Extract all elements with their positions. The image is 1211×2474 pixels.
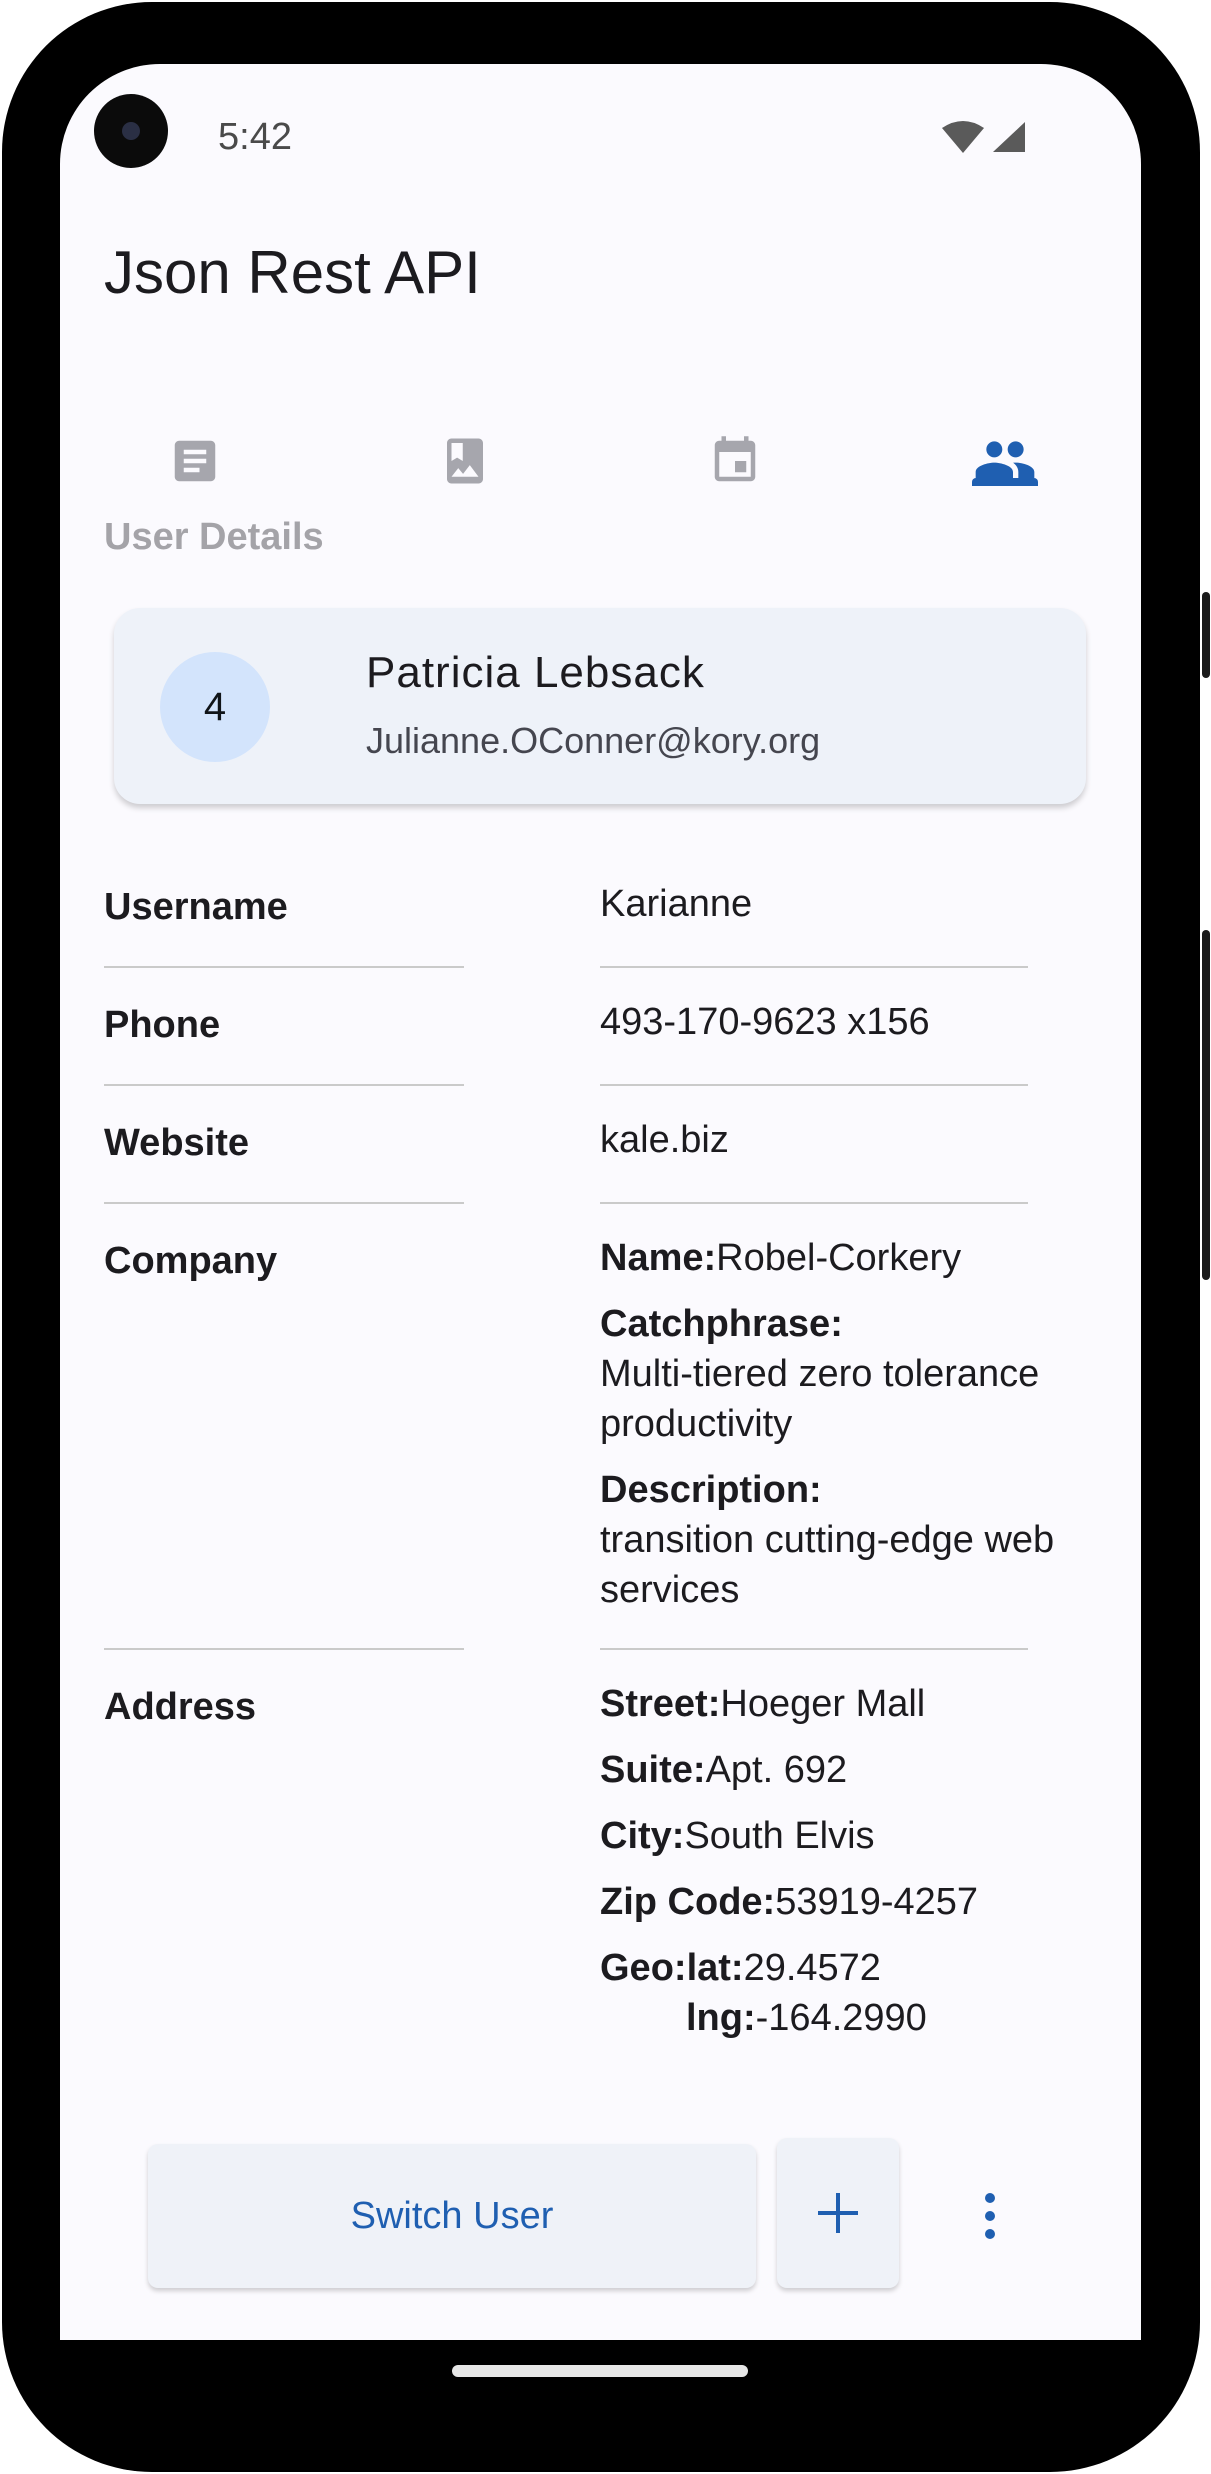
- tab-users[interactable]: [870, 384, 1140, 554]
- more-options-button[interactable]: [940, 2166, 1040, 2266]
- switch-user-button[interactable]: Switch User: [148, 2144, 756, 2288]
- photo-album-icon: [447, 438, 483, 484]
- phone-device: 5:42 Json Rest API User Details 4 Patric…: [0, 0, 1211, 2474]
- phone-value: 493-170-9623 x156: [600, 1001, 930, 1043]
- home-indicator[interactable]: [452, 2365, 748, 2377]
- phone-label: Phone: [104, 1004, 221, 1046]
- divider: [600, 1202, 1028, 1204]
- address-suite: Suite:Apt. 692: [600, 1749, 848, 1791]
- company-description: Description: transition cutting-edge web …: [600, 1469, 1055, 1611]
- more-vert-icon: [985, 2193, 995, 2239]
- company-catchphrase: Catchphrase: Multi-tiered zero tolerance …: [600, 1303, 1040, 1445]
- address-city: City:South Elvis: [600, 1815, 875, 1857]
- divider: [104, 1648, 464, 1650]
- status-icons: [941, 116, 1031, 156]
- volume-button: [1202, 930, 1210, 1280]
- avatar: 4: [160, 652, 270, 762]
- status-time: 5:42: [218, 116, 292, 158]
- tab-todos[interactable]: [600, 384, 870, 554]
- wifi-icon: [942, 121, 984, 153]
- user-name: Patricia Lebsack: [366, 648, 705, 697]
- cellular-signal-icon: [993, 122, 1025, 152]
- divider: [600, 1648, 1028, 1650]
- app-title: Json Rest API: [104, 239, 481, 306]
- address-geo: Geo:lat:29.4572 lng:-164.2990: [600, 1947, 927, 2039]
- user-email: Julianne.OConner@kory.org: [366, 720, 821, 761]
- username-value: Karianne: [600, 883, 753, 925]
- company-name: Name:Robel-Corkery: [600, 1237, 962, 1279]
- company-label: Company: [104, 1240, 278, 1282]
- user-card[interactable]: 4 Patricia Lebsack Julianne.OConner@kory…: [114, 608, 1086, 804]
- address-label: Address: [104, 1686, 257, 1728]
- power-button: [1202, 592, 1210, 678]
- article-icon: [174, 440, 216, 482]
- address-zip: Zip Code:53919-4257: [600, 1881, 979, 1923]
- divider: [600, 1084, 1028, 1086]
- divider: [104, 966, 464, 968]
- divider: [104, 1202, 464, 1204]
- tab-albums[interactable]: [330, 384, 600, 554]
- tab-selected-indicator: [972, 478, 1038, 486]
- app-screen: 5:42 Json Rest API User Details 4 Patric…: [60, 64, 1141, 2340]
- website-value: kale.biz: [600, 1119, 729, 1161]
- address-street: Street:Hoeger Mall: [600, 1683, 926, 1725]
- section-label-user-details: User Details: [104, 516, 324, 558]
- divider: [104, 1084, 464, 1086]
- front-camera: [94, 94, 168, 168]
- bottom-action-bar: Switch User: [60, 2138, 1141, 2294]
- username-label: Username: [104, 886, 288, 928]
- divider: [600, 966, 1028, 968]
- company-details: Name:Robel-Corkery Catchphrase: Multi-tie…: [600, 1233, 1120, 1631]
- add-user-button[interactable]: [777, 2138, 899, 2288]
- plus-icon: [818, 2193, 858, 2233]
- calendar-icon: [714, 436, 756, 482]
- address-details: Street:Hoeger Mall Suite:Apt. 692 City:S…: [600, 1679, 1120, 2043]
- website-label: Website: [104, 1122, 250, 1164]
